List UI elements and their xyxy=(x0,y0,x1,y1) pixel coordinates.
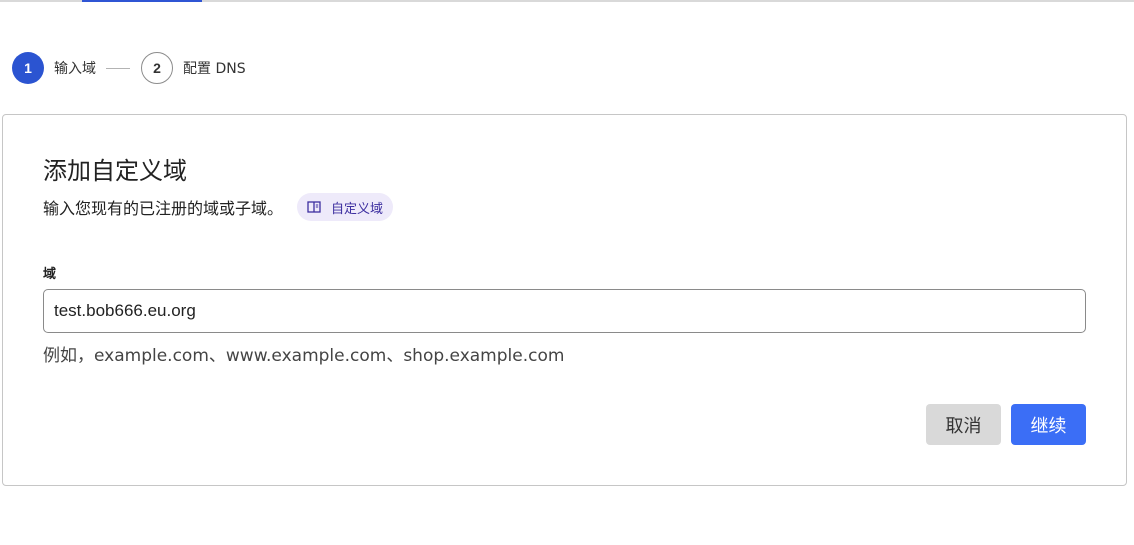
domain-input[interactable] xyxy=(43,289,1086,333)
docs-link-chip[interactable]: 自定义域 xyxy=(297,193,394,221)
step-2: 2 配置 DNS xyxy=(141,52,246,84)
continue-button[interactable]: 继续 xyxy=(1011,404,1086,445)
step-2-label: 配置 DNS xyxy=(183,61,246,77)
step-1-number: 1 xyxy=(12,52,44,84)
add-custom-domain-card: 添加自定义域 输入您现有的已注册的域或子域。 自定义域 域 例如，example… xyxy=(2,114,1127,486)
step-1-label: 输入域 xyxy=(54,61,96,77)
cancel-button[interactable]: 取消 xyxy=(926,404,1001,445)
stepper: 1 输入域 2 配置 DNS xyxy=(12,52,246,84)
subtitle-row: 输入您现有的已注册的域或子域。 自定义域 xyxy=(43,193,394,221)
step-2-number: 2 xyxy=(141,52,173,84)
book-icon xyxy=(307,201,321,213)
page-title: 添加自定义域 xyxy=(43,157,187,185)
active-tab-indicator xyxy=(82,0,202,2)
docs-link-label: 自定义域 xyxy=(331,201,384,217)
domain-field-hint: 例如，example.com、www.example.com、shop.exam… xyxy=(43,346,565,366)
step-1: 1 输入域 xyxy=(12,52,96,84)
step-connector xyxy=(106,67,130,69)
subtitle: 输入您现有的已注册的域或子域。 xyxy=(43,199,284,218)
domain-field-label: 域 xyxy=(43,267,57,282)
